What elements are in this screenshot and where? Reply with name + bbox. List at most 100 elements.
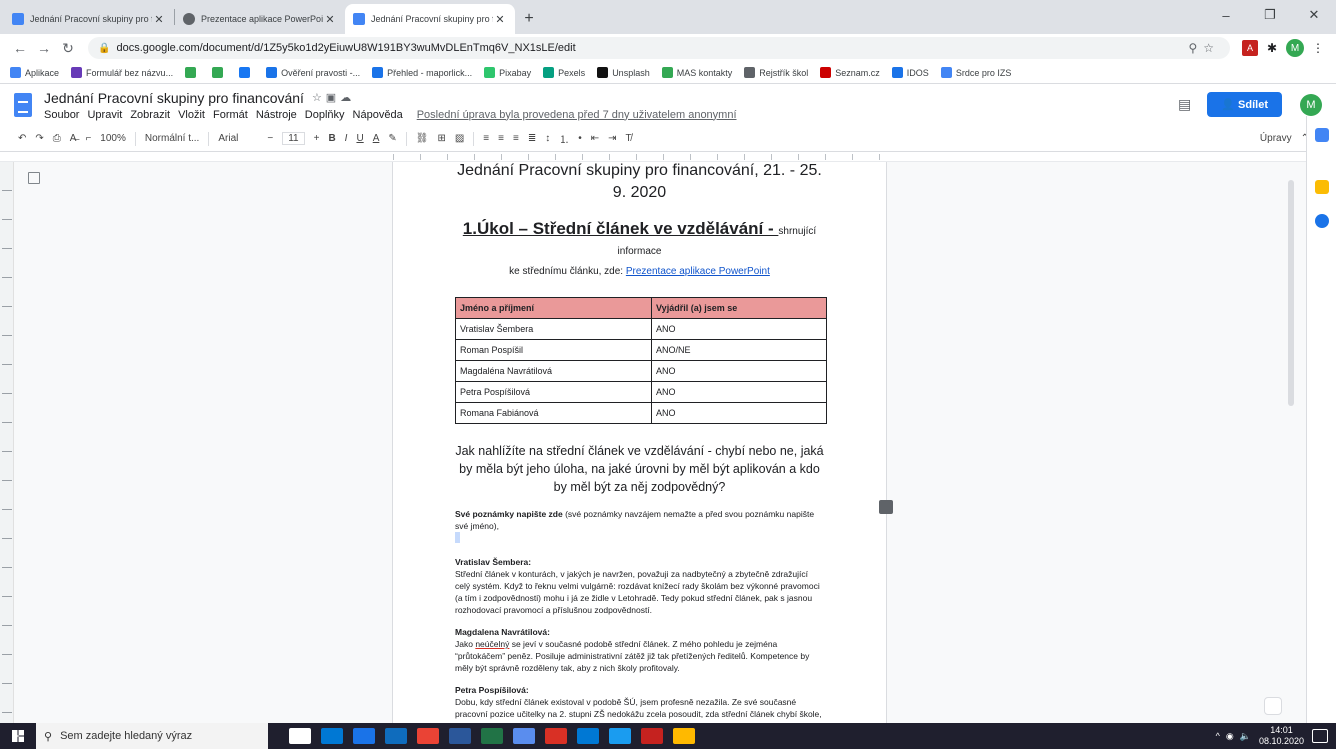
font-size-decrease-icon[interactable]: − [267, 133, 273, 144]
vertical-scrollbar[interactable] [1288, 162, 1296, 723]
clock[interactable]: 14:01 08.10.2020 [1259, 725, 1304, 747]
taskbar-app-icon[interactable] [353, 728, 375, 744]
align-center-icon[interactable]: ≡ [498, 133, 504, 144]
close-tab-icon[interactable]: ✕ [493, 13, 507, 26]
comment-history-icon[interactable]: ▤ [1178, 96, 1191, 113]
back-arrow-icon[interactable]: ← [8, 40, 32, 56]
browser-tab[interactable]: Jednání Pracovní skupiny pro fina ✕ [4, 4, 174, 34]
share-button[interactable]: 👤 Sdílet [1207, 92, 1282, 117]
horizontal-ruler[interactable] [0, 152, 1336, 162]
notification-center-icon[interactable] [1312, 729, 1328, 743]
pdf-extension-icon[interactable]: A [1242, 40, 1258, 56]
speaker-icon[interactable]: 🔈 [1240, 731, 1251, 742]
underline-icon[interactable]: U [356, 133, 363, 144]
vertical-ruler[interactable] [0, 162, 14, 723]
scrollbar-thumb[interactable] [1288, 180, 1294, 406]
align-left-icon[interactable]: ≡ [483, 133, 489, 144]
bookmark-item[interactable]: Rejstřík škol [744, 67, 808, 78]
menu-doplnky[interactable]: Doplňky [305, 109, 345, 121]
align-right-icon[interactable]: ≡ [513, 133, 519, 144]
docs-logo-icon[interactable] [14, 93, 32, 117]
taskbar-search-input[interactable]: ⚲ Sem zadejte hledaný výraz [36, 723, 268, 749]
italic-icon[interactable]: I [345, 133, 348, 144]
editing-mode-select[interactable]: Úpravy [1260, 133, 1292, 144]
new-tab-button[interactable]: + [515, 4, 543, 34]
taskbar-app-icon[interactable] [641, 728, 663, 744]
presentation-link[interactable]: Prezentace aplikace PowerPoint [626, 266, 770, 277]
profile-avatar[interactable]: M [1286, 39, 1304, 57]
network-icon[interactable]: ◉ [1226, 731, 1234, 742]
close-tab-icon[interactable]: ✕ [152, 13, 166, 26]
bookmark-item[interactable]: Formulář bez názvu... [71, 67, 173, 78]
decrease-indent-icon[interactable]: ⇤ [591, 133, 599, 144]
taskbar-app-icon[interactable] [289, 728, 311, 744]
document-outline-icon[interactable] [28, 172, 40, 184]
taskbar-app-icon[interactable] [385, 728, 407, 744]
forward-arrow-icon[interactable]: → [32, 40, 56, 56]
highlight-icon[interactable]: ✎ [388, 133, 396, 144]
document-title[interactable]: Jednání Pracovní skupiny pro financování [44, 90, 304, 106]
bookmark-item[interactable] [185, 67, 200, 78]
star-move-cloud-icons[interactable]: ☆▣☁ [312, 91, 355, 104]
clear-formatting-icon[interactable]: T̸ [626, 133, 632, 144]
start-button[interactable] [0, 723, 36, 749]
document-page[interactable]: Jednání Pracovní skupiny pro financování… [393, 162, 886, 723]
close-window-icon[interactable]: ✕ [1292, 0, 1336, 30]
calendar-icon[interactable] [1314, 128, 1329, 142]
bookmark-item[interactable]: Unsplash [597, 67, 650, 78]
menu-soubor[interactable]: Soubor [44, 109, 79, 121]
explore-icon[interactable] [1264, 697, 1282, 715]
bookmark-item[interactable]: MAS kontakty [661, 67, 732, 78]
add-comment-icon[interactable] [879, 500, 893, 514]
print-icon[interactable]: ⎙ [53, 133, 61, 144]
tasks-icon[interactable] [1314, 214, 1329, 228]
bulleted-list-icon[interactable]: • [578, 133, 582, 144]
bookmark-item[interactable]: IDOS [891, 67, 929, 78]
link-icon[interactable]: ⛓ [416, 133, 429, 144]
bookmark-item[interactable]: Ověření pravosti -... [266, 67, 360, 78]
bold-icon[interactable]: B [328, 133, 335, 144]
spellcheck-underlined-word[interactable]: neúčelný [475, 639, 509, 649]
bookmark-item[interactable] [239, 67, 254, 78]
spellcheck-icon[interactable]: A̶ [70, 133, 77, 144]
last-edit-link[interactable]: Poslední úprava byla provedena před 7 dn… [417, 109, 737, 121]
taskbar-app-icon[interactable] [609, 728, 631, 744]
font-size-increase-icon[interactable]: + [314, 133, 320, 144]
menu-kebab-icon[interactable]: ⋮ [1308, 38, 1328, 58]
user-avatar[interactable]: M [1300, 93, 1322, 116]
search-zoom-star-icons[interactable]: ⚲☆ [1188, 41, 1220, 55]
bookmark-item[interactable]: Seznam.cz [820, 67, 880, 78]
keep-icon[interactable] [1314, 180, 1329, 194]
minimize-icon[interactable]: – [1204, 0, 1248, 30]
align-justify-icon[interactable]: ≣ [528, 133, 536, 144]
close-tab-icon[interactable]: ✕ [323, 13, 337, 26]
bookmark-item[interactable]: Přehled - maporlick... [372, 67, 472, 78]
taskbar-app-icon[interactable] [481, 728, 503, 744]
bookmark-item[interactable]: Pixabay [484, 67, 531, 78]
numbered-list-icon[interactable]: ⒈ [559, 131, 569, 146]
reload-icon[interactable]: ↻ [56, 40, 80, 57]
zoom-select[interactable]: 100% [100, 133, 126, 144]
browser-tab[interactable]: Prezentace aplikace PowerPoint ✕ [175, 4, 345, 34]
browser-tab-active[interactable]: Jednání Pracovní skupiny pro fina ✕ [345, 4, 515, 34]
paint-format-icon[interactable]: ⌐ [85, 133, 91, 144]
taskbar-app-icon[interactable] [449, 728, 471, 744]
bookmark-item[interactable]: Aplikace [10, 67, 59, 78]
text-color-icon[interactable]: A [373, 133, 380, 144]
increase-indent-icon[interactable]: ⇥ [608, 133, 616, 144]
taskbar-app-icon[interactable] [545, 728, 567, 744]
restore-icon[interactable]: ❐ [1248, 0, 1292, 30]
menu-vlozit[interactable]: Vložit [178, 109, 205, 121]
menu-nastroje[interactable]: Nástroje [256, 109, 297, 121]
tray-chevron-icon[interactable]: ^ [1216, 731, 1220, 741]
taskbar-app-icon[interactable] [417, 728, 439, 744]
menu-zobrazit[interactable]: Zobrazit [130, 109, 170, 121]
taskbar-app-icon[interactable] [673, 728, 695, 744]
extensions-puzzle-icon[interactable]: ✱ [1262, 38, 1282, 58]
bookmark-item[interactable] [212, 67, 227, 78]
taskbar-app-icon[interactable] [577, 728, 599, 744]
line-spacing-icon[interactable]: ↕ [545, 133, 550, 144]
insert-comment-icon[interactable]: ⊞ [437, 133, 445, 144]
menu-napoveda[interactable]: Nápověda [353, 109, 403, 121]
bookmark-item[interactable]: Srdce pro IZS [940, 67, 1011, 78]
